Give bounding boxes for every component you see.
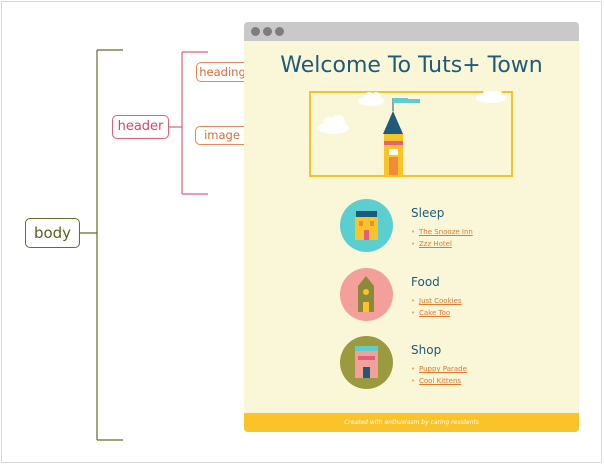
section-title: Sleep — [411, 206, 445, 220]
list-item[interactable]: Just Cookies — [411, 295, 462, 307]
link-just-cookies[interactable]: Just Cookies — [419, 297, 462, 305]
list-item[interactable]: Cake Too — [411, 307, 462, 319]
town-tower-illustration — [317, 88, 506, 177]
body-label: body — [25, 218, 80, 248]
list-item[interactable]: The Snooze Inn — [411, 226, 473, 238]
link-list: Just Cookies Cake Too — [411, 295, 462, 319]
body-bracket — [80, 49, 123, 441]
heading-label: heading — [196, 62, 249, 82]
window-dot-icon — [251, 27, 260, 36]
page-heading: Welcome To Tuts+ Town — [280, 53, 543, 78]
link-list: Puppy Parade Cool Kittens — [411, 363, 467, 387]
list-item[interactable]: Zzz Hotel — [411, 238, 473, 250]
link-zzz-hotel[interactable]: Zzz Hotel — [419, 240, 452, 248]
section-title: Shop — [411, 343, 442, 357]
link-cake-too[interactable]: Cake Too — [419, 309, 450, 317]
link-list: The Snooze Inn Zzz Hotel — [411, 226, 473, 250]
food-building-icon — [340, 268, 393, 321]
page-footer: Created with enthusiasm by caring reside… — [244, 413, 579, 432]
header-label: header — [112, 115, 169, 139]
section-shop: Shop Puppy Parade Cool Kittens — [340, 336, 540, 402]
shop-building-icon — [340, 336, 393, 389]
window-dot-icon — [275, 27, 284, 36]
list-item[interactable]: Puppy Parade — [411, 363, 467, 375]
browser-mockup: Welcome To Tuts+ Town Sleep • The Snooze… — [244, 22, 579, 432]
sleep-building-icon — [340, 199, 393, 252]
browser-titlebar — [244, 22, 579, 41]
link-puppy-parade[interactable]: Puppy Parade — [419, 365, 467, 373]
list-item[interactable]: Cool Kittens — [411, 375, 467, 387]
section-food: Food Just Cookies Cake Too — [340, 268, 540, 334]
window-dot-icon — [263, 27, 272, 36]
section-title: Food — [411, 275, 440, 289]
link-the-snooze-inn[interactable]: The Snooze Inn — [419, 228, 473, 236]
link-cool-kittens[interactable]: Cool Kittens — [419, 377, 461, 385]
image-label: image — [195, 126, 249, 145]
section-sleep: Sleep The Snooze Inn Zzz Hotel — [340, 199, 540, 265]
hero-image — [309, 88, 513, 177]
